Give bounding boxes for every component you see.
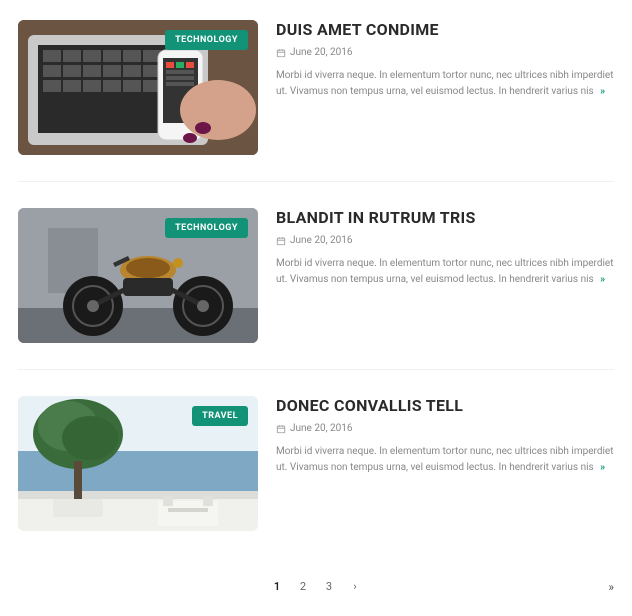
post-item: TECHNOLOGY DUIS AMET CONDIME June 20, 20… <box>18 20 614 182</box>
post-title[interactable]: BLANDIT IN RUTRUM TRIS <box>276 208 614 227</box>
read-more-link[interactable]: » <box>600 274 605 285</box>
page-3[interactable]: 3 <box>319 577 339 596</box>
post-thumbnail[interactable]: TECHNOLOGY <box>18 20 258 155</box>
post-content: DUIS AMET CONDIME June 20, 2016 Morbi id… <box>276 20 614 155</box>
page-last[interactable]: » <box>608 580 614 594</box>
calendar-icon <box>276 48 286 58</box>
category-badge[interactable]: TECHNOLOGY <box>165 218 248 238</box>
post-thumbnail[interactable]: TRAVEL <box>18 396 258 531</box>
read-more-link[interactable]: » <box>600 462 605 473</box>
page-1[interactable]: 1 <box>267 577 287 596</box>
pagination: 1 2 3 › » <box>18 577 614 596</box>
page-next[interactable]: › <box>345 577 365 596</box>
post-date: June 20, 2016 <box>290 423 353 434</box>
post-item: TECHNOLOGY BLANDIT IN RUTRUM TRIS June 2… <box>18 208 614 370</box>
post-thumbnail[interactable]: TECHNOLOGY <box>18 208 258 343</box>
post-content: BLANDIT IN RUTRUM TRIS June 20, 2016 Mor… <box>276 208 614 343</box>
post-excerpt: Morbi id viverra neque. In elementum tor… <box>276 256 614 288</box>
post-excerpt: Morbi id viverra neque. In elementum tor… <box>276 444 614 476</box>
post-item: TRAVEL DONEC CONVALLIS TELL June 20, 201… <box>18 396 614 557</box>
page-2[interactable]: 2 <box>293 577 313 596</box>
post-content: DONEC CONVALLIS TELL June 20, 2016 Morbi… <box>276 396 614 531</box>
post-meta: June 20, 2016 <box>276 47 614 58</box>
post-excerpt: Morbi id viverra neque. In elementum tor… <box>276 68 614 100</box>
post-meta: June 20, 2016 <box>276 423 614 434</box>
post-date: June 20, 2016 <box>290 47 353 58</box>
calendar-icon <box>276 236 286 246</box>
post-title[interactable]: DUIS AMET CONDIME <box>276 20 614 39</box>
category-badge[interactable]: TRAVEL <box>192 406 248 426</box>
post-date: June 20, 2016 <box>290 235 353 246</box>
post-meta: June 20, 2016 <box>276 235 614 246</box>
category-badge[interactable]: TECHNOLOGY <box>165 30 248 50</box>
post-title[interactable]: DONEC CONVALLIS TELL <box>276 396 614 415</box>
read-more-link[interactable]: » <box>600 86 605 97</box>
calendar-icon <box>276 424 286 434</box>
